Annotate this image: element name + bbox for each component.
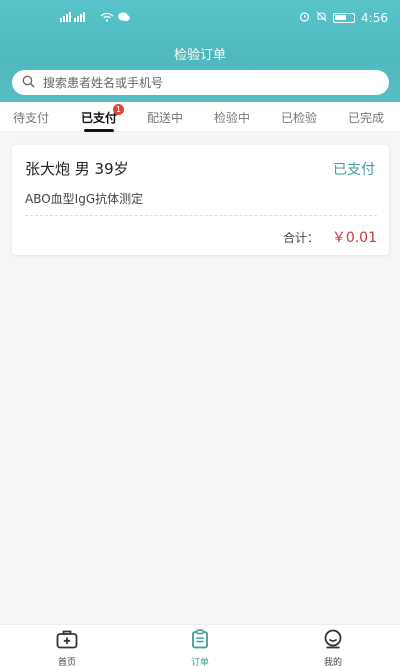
nav-orders-label: 订单 xyxy=(190,658,209,666)
mute-icon xyxy=(316,11,327,25)
total-amount: ￥0.01 xyxy=(331,230,377,246)
order-status: 已支付 xyxy=(333,162,375,178)
test-name: ABO血型IgG抗体测定 xyxy=(25,192,144,206)
total-label: 合计： xyxy=(282,231,319,245)
page-title: 检验订单 xyxy=(173,48,226,63)
card-divider xyxy=(25,215,377,216)
status-icons-left xyxy=(60,12,130,25)
status-icons-right: 4:56 xyxy=(299,11,388,25)
status-time: 4:56 xyxy=(361,11,388,25)
patient-info: 张大炮 男 39岁 xyxy=(25,160,129,178)
status-bar: 4:56 xyxy=(0,8,400,28)
search-bar[interactable] xyxy=(12,70,389,95)
header: 4:56 检验订单 xyxy=(0,0,400,102)
chat-icon xyxy=(118,12,130,25)
tab-testing[interactable]: 检验中 xyxy=(214,109,250,126)
order-card[interactable]: 张大炮 男 39岁 已支付 ABO血型IgG抗体测定 合计： ￥0.01 xyxy=(12,145,389,255)
profile-icon xyxy=(322,629,344,653)
tab-pending-payment[interactable]: 待支付 xyxy=(13,109,49,126)
tab-tested[interactable]: 已检验 xyxy=(281,109,317,126)
nav-home-label: 首页 xyxy=(57,658,76,666)
signal-icon xyxy=(60,12,96,25)
tab-delivering[interactable]: 配送中 xyxy=(147,109,183,126)
clipboard-icon xyxy=(190,629,210,653)
search-icon xyxy=(22,73,35,92)
wifi-icon xyxy=(100,12,114,25)
battery-icon xyxy=(333,13,356,23)
nav-home[interactable]: 首页 xyxy=(37,629,97,666)
nav-profile-label: 我的 xyxy=(323,658,342,666)
bottom-nav: 首页 订单 我的 xyxy=(0,624,400,666)
tab-completed[interactable]: 已完成 xyxy=(348,109,384,126)
order-status-tabs: 待支付 已支付 配送中 检验中 已检验 已完成 xyxy=(0,102,400,132)
active-tab-indicator xyxy=(84,129,114,132)
tab-paid[interactable]: 已支付 xyxy=(81,109,117,126)
alarm-icon xyxy=(299,11,310,25)
search-input[interactable] xyxy=(43,75,343,90)
nav-orders[interactable]: 订单 xyxy=(170,629,230,666)
medkit-icon xyxy=(56,630,78,653)
nav-profile[interactable]: 我的 xyxy=(303,629,363,666)
tab-badge-count: 1 xyxy=(113,104,124,115)
